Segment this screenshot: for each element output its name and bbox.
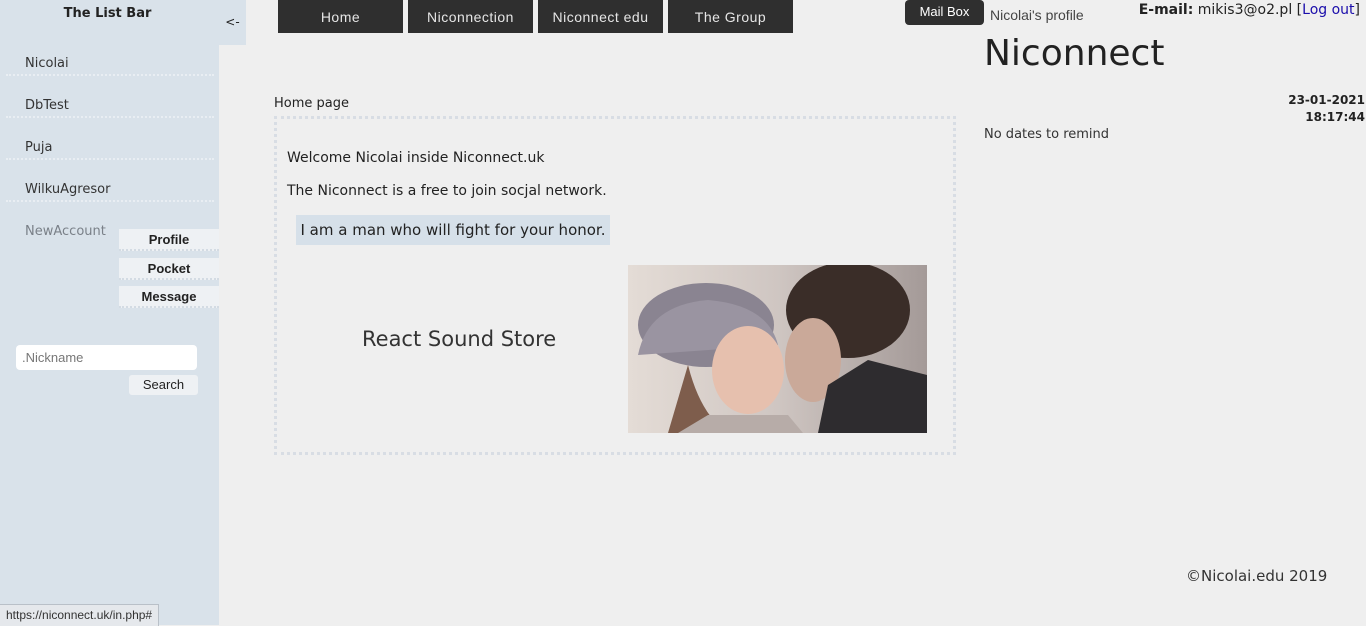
nav-the-group[interactable]: The Group: [668, 0, 793, 33]
nav-niconnect-edu[interactable]: Niconnect edu: [538, 0, 663, 33]
nav-niconnection[interactable]: Niconnection: [408, 0, 533, 33]
footer-copyright: ©Nicolai.edu 2019: [1186, 567, 1328, 585]
account-info: E-mail: mikis3@o2.pl [Log out]: [1138, 2, 1360, 18]
date-time: 23-01-2021 18:17:44: [1288, 92, 1365, 126]
status-bar-url: https://niconnect.uk/in.php#: [0, 604, 160, 626]
current-date: 23-01-2021: [1288, 93, 1365, 107]
sidebar-collapse-button[interactable]: <-: [219, 0, 246, 45]
search-button[interactable]: Search: [129, 375, 198, 395]
site-title: Niconnect: [984, 33, 1165, 74]
sidebar-item-dbtest[interactable]: DbTest: [6, 98, 214, 118]
sidebar-item-puja[interactable]: Puja: [6, 140, 214, 160]
sidebar: The List Bar Nicolai DbTest Puja WilkuAg…: [0, 0, 219, 625]
nav-home[interactable]: Home: [278, 0, 403, 33]
sidebar-item-wilkuagresor[interactable]: WilkuAgresor: [6, 182, 214, 202]
pocket-button[interactable]: Pocket: [119, 258, 219, 280]
react-sound-store-link[interactable]: React Sound Store: [362, 327, 556, 351]
logout-link[interactable]: Log out: [1302, 2, 1354, 18]
message-button[interactable]: Message: [119, 286, 219, 308]
sidebar-title: The List Bar: [63, 6, 152, 21]
welcome-text: Welcome Nicolai inside Niconnect.uk: [287, 150, 545, 166]
intro-text: The Niconnect is a free to join socjal n…: [287, 183, 607, 199]
nickname-search-input[interactable]: [16, 345, 197, 370]
email-value: mikis3@o2.pl: [1197, 2, 1293, 18]
profile-link[interactable]: Nicolai's profile: [990, 7, 1084, 23]
email-label: E-mail:: [1138, 2, 1194, 18]
couple-photo: [628, 265, 927, 433]
sidebar-item-nicolai[interactable]: Nicolai: [6, 56, 214, 76]
page-title: Home page: [274, 96, 349, 111]
mailbox-button[interactable]: Mail Box: [905, 0, 984, 25]
current-time: 18:17:44: [1305, 110, 1365, 124]
quote-banner: I am a man who will fight for your honor…: [296, 215, 610, 245]
profile-button[interactable]: Profile: [119, 229, 219, 251]
reminders-text: No dates to remind: [984, 127, 1110, 142]
